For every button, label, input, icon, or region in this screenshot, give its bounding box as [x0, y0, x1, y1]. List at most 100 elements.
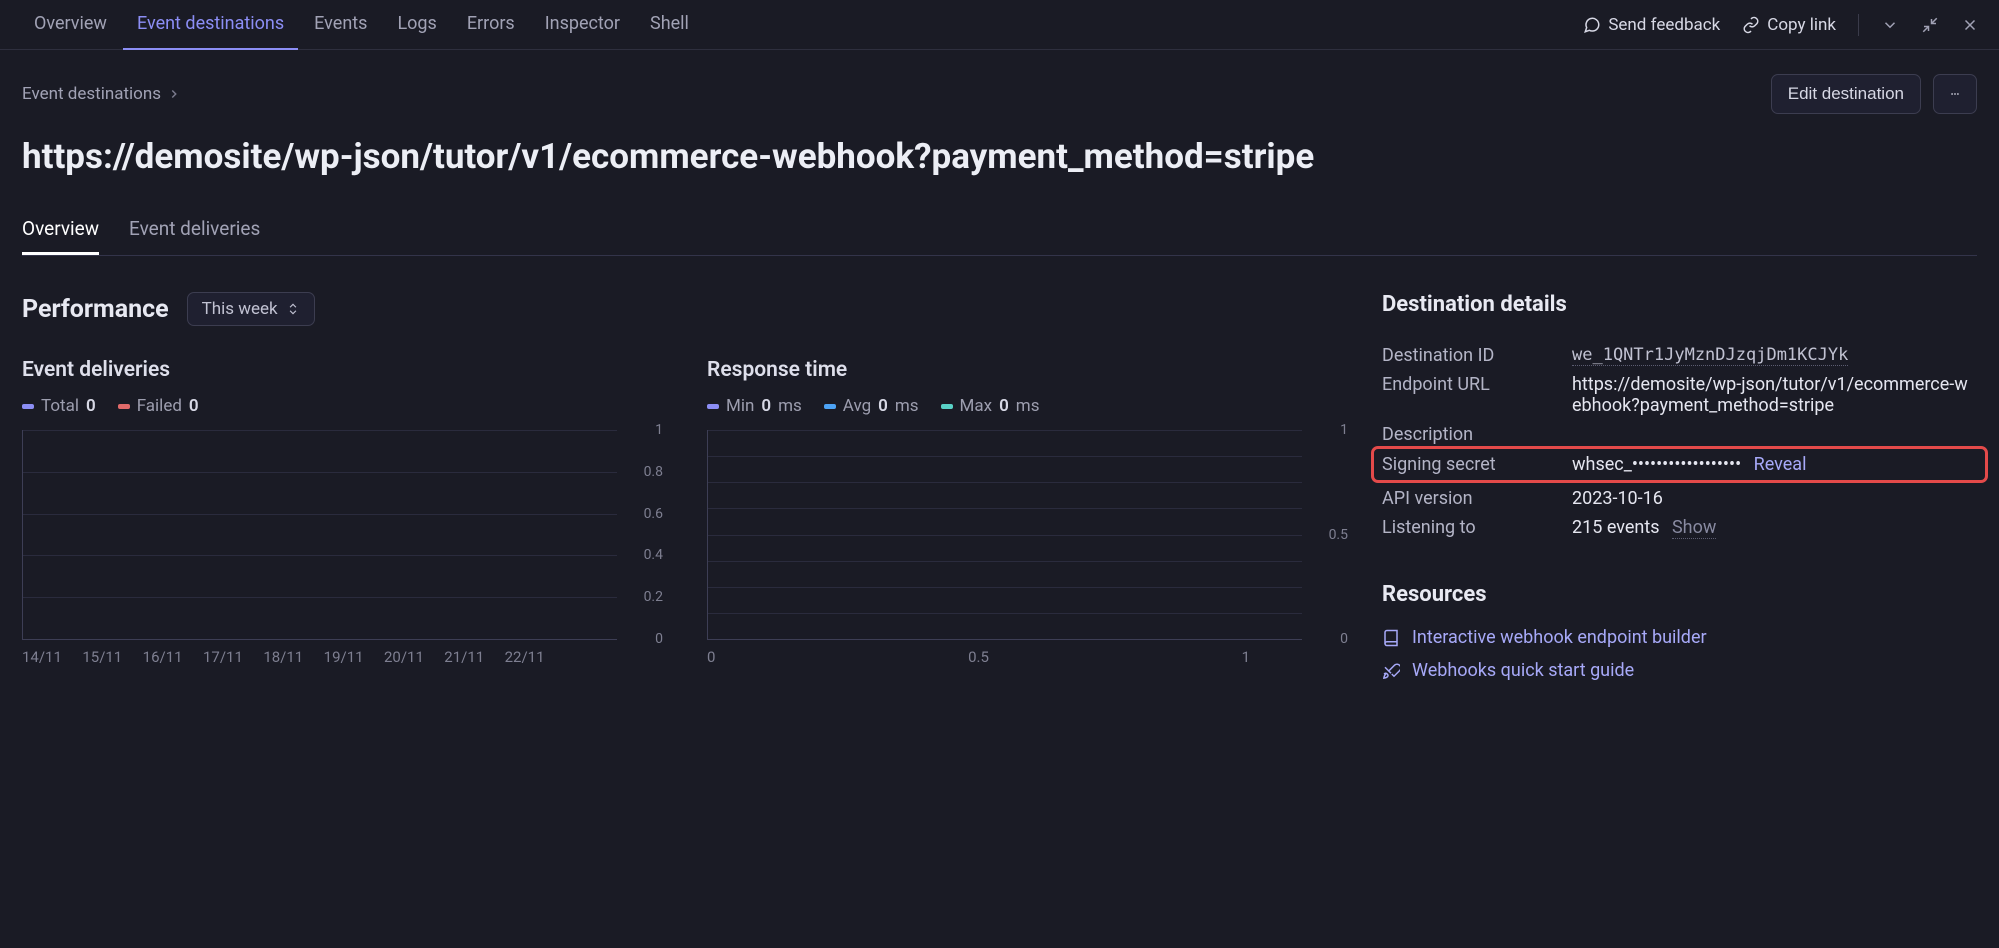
tab-logs[interactable]: Logs	[383, 0, 450, 50]
ytick: 0.2	[644, 589, 663, 605]
show-events-button[interactable]: Show	[1672, 517, 1716, 539]
divider	[1858, 14, 1859, 36]
tab-overview[interactable]: Overview	[20, 0, 121, 50]
destination-id-link[interactable]: we_1QNTr1JyMznDJzqjDm1KCJYk	[1572, 345, 1848, 366]
collapse-button[interactable]	[1921, 16, 1939, 34]
detail-value: 2023-10-16	[1572, 488, 1977, 509]
xtick: 17/11	[203, 648, 263, 666]
ytick: 0.5	[1329, 527, 1348, 543]
top-navigation: Overview Event destinations Events Logs …	[0, 0, 1999, 50]
chart-plot-area: 1 0.5 0	[707, 430, 1302, 640]
resource-label: Interactive webhook endpoint builder	[1412, 627, 1707, 648]
chart-legend: Min 0 ms Avg 0 ms Max	[707, 396, 1302, 416]
listening-count: 215 events	[1572, 517, 1660, 538]
date-range-label: This week	[202, 299, 278, 319]
date-range-selector[interactable]: This week	[187, 292, 315, 326]
detail-label: API version	[1382, 488, 1572, 509]
signing-secret-masked: whsec_••••••••••••••••••	[1572, 454, 1741, 475]
legend-value: 0	[86, 396, 96, 416]
chart-title: Event deliveries	[22, 358, 617, 382]
chart-legend: Total 0 Failed 0	[22, 396, 617, 416]
legend-unit: ms	[895, 396, 919, 416]
resource-webhook-builder[interactable]: Interactive webhook endpoint builder	[1382, 627, 1977, 648]
event-deliveries-chart: Event deliveries Total 0 Failed 0	[22, 358, 617, 666]
tab-errors[interactable]: Errors	[453, 0, 529, 50]
detail-value: 215 events Show	[1572, 517, 1977, 538]
close-icon	[1961, 16, 1979, 34]
topnav-tabs: Overview Event destinations Events Logs …	[20, 0, 1583, 50]
legend-value: 0	[761, 396, 771, 416]
detail-label: Destination ID	[1382, 345, 1572, 366]
charts-row: Event deliveries Total 0 Failed 0	[22, 358, 1302, 666]
xtick: 1	[1069, 648, 1250, 666]
legend-value: 0	[189, 396, 199, 416]
send-feedback-button[interactable]: Send feedback	[1583, 15, 1720, 35]
link-icon	[1742, 16, 1760, 34]
legend-min: Min 0 ms	[707, 396, 802, 416]
breadcrumb-parent[interactable]: Event destinations	[22, 84, 161, 104]
more-horizontal-icon	[1950, 84, 1960, 104]
subtab-event-deliveries[interactable]: Event deliveries	[129, 205, 260, 255]
close-button[interactable]	[1961, 16, 1979, 34]
xtick: 20/11	[384, 648, 444, 666]
sub-tabs: Overview Event deliveries	[22, 205, 1977, 256]
detail-listening-to: Listening to 215 events Show	[1382, 513, 1977, 542]
xtick: 15/11	[82, 648, 142, 666]
legend-failed: Failed 0	[118, 396, 199, 416]
legend-max: Max 0 ms	[941, 396, 1040, 416]
topnav-actions: Send feedback Copy link	[1583, 14, 1979, 36]
tab-inspector[interactable]: Inspector	[531, 0, 634, 50]
detail-description: Description	[1382, 420, 1977, 449]
select-icon	[286, 302, 300, 316]
legend-unit: ms	[1016, 396, 1040, 416]
legend-label: Avg	[843, 396, 871, 416]
legend-label: Failed	[137, 396, 182, 416]
ytick: 0.8	[644, 464, 663, 480]
detail-label: Description	[1382, 424, 1572, 445]
detail-label: Endpoint URL	[1382, 374, 1572, 416]
tab-shell[interactable]: Shell	[636, 0, 703, 50]
tab-events[interactable]: Events	[300, 0, 381, 50]
legend-swatch-icon	[118, 404, 130, 409]
subtab-overview[interactable]: Overview	[22, 205, 99, 255]
destination-details-list: Destination ID we_1QNTr1JyMznDJzqjDm1KCJ…	[1382, 341, 1977, 542]
detail-api-version: API version 2023-10-16	[1382, 484, 1977, 513]
chevron-right-icon	[167, 87, 181, 101]
legend-swatch-icon	[941, 404, 953, 409]
detail-signing-secret: Signing secret whsec_•••••••••••••••••• …	[1376, 451, 1983, 478]
resource-quick-start[interactable]: Webhooks quick start guide	[1382, 660, 1977, 681]
xtick: 21/11	[444, 648, 504, 666]
ytick: 0	[1340, 631, 1348, 647]
chevron-down-icon	[1881, 16, 1899, 34]
legend-avg: Avg 0 ms	[824, 396, 919, 416]
ytick: 1	[655, 422, 663, 438]
legend-value: 0	[878, 396, 888, 416]
legend-swatch-icon	[824, 404, 836, 409]
legend-label: Max	[960, 396, 993, 416]
ytick: 0.4	[644, 547, 663, 563]
rocket-icon	[1382, 662, 1400, 680]
copy-link-button[interactable]: Copy link	[1742, 15, 1836, 35]
xtick: 14/11	[22, 648, 82, 666]
tab-event-destinations[interactable]: Event destinations	[123, 0, 298, 50]
xtick: 16/11	[143, 648, 203, 666]
xtick: 0	[707, 648, 888, 666]
chat-icon	[1583, 16, 1601, 34]
response-time-chart: Response time Min 0 ms Avg 0 ms	[707, 358, 1302, 666]
reveal-secret-button[interactable]: Reveal	[1754, 454, 1807, 475]
detail-value[interactable]: we_1QNTr1JyMznDJzqjDm1KCJYk	[1572, 345, 1977, 366]
resources-title: Resources	[1382, 582, 1977, 607]
chart-title: Response time	[707, 358, 1302, 382]
legend-label: Total	[41, 396, 79, 416]
chart-plot-area: 1 0.8 0.6 0.4 0.2 0	[22, 430, 617, 640]
xtick: 19/11	[324, 648, 384, 666]
detail-label: Listening to	[1382, 517, 1572, 538]
xtick: 0.5	[888, 648, 1069, 666]
more-actions-button[interactable]	[1933, 74, 1977, 114]
book-icon	[1382, 629, 1400, 647]
edit-destination-button[interactable]: Edit destination	[1771, 74, 1921, 114]
chevron-down-button[interactable]	[1881, 16, 1899, 34]
detail-value	[1572, 424, 1977, 445]
breadcrumb: Event destinations	[22, 84, 181, 104]
legend-swatch-icon	[22, 404, 34, 409]
